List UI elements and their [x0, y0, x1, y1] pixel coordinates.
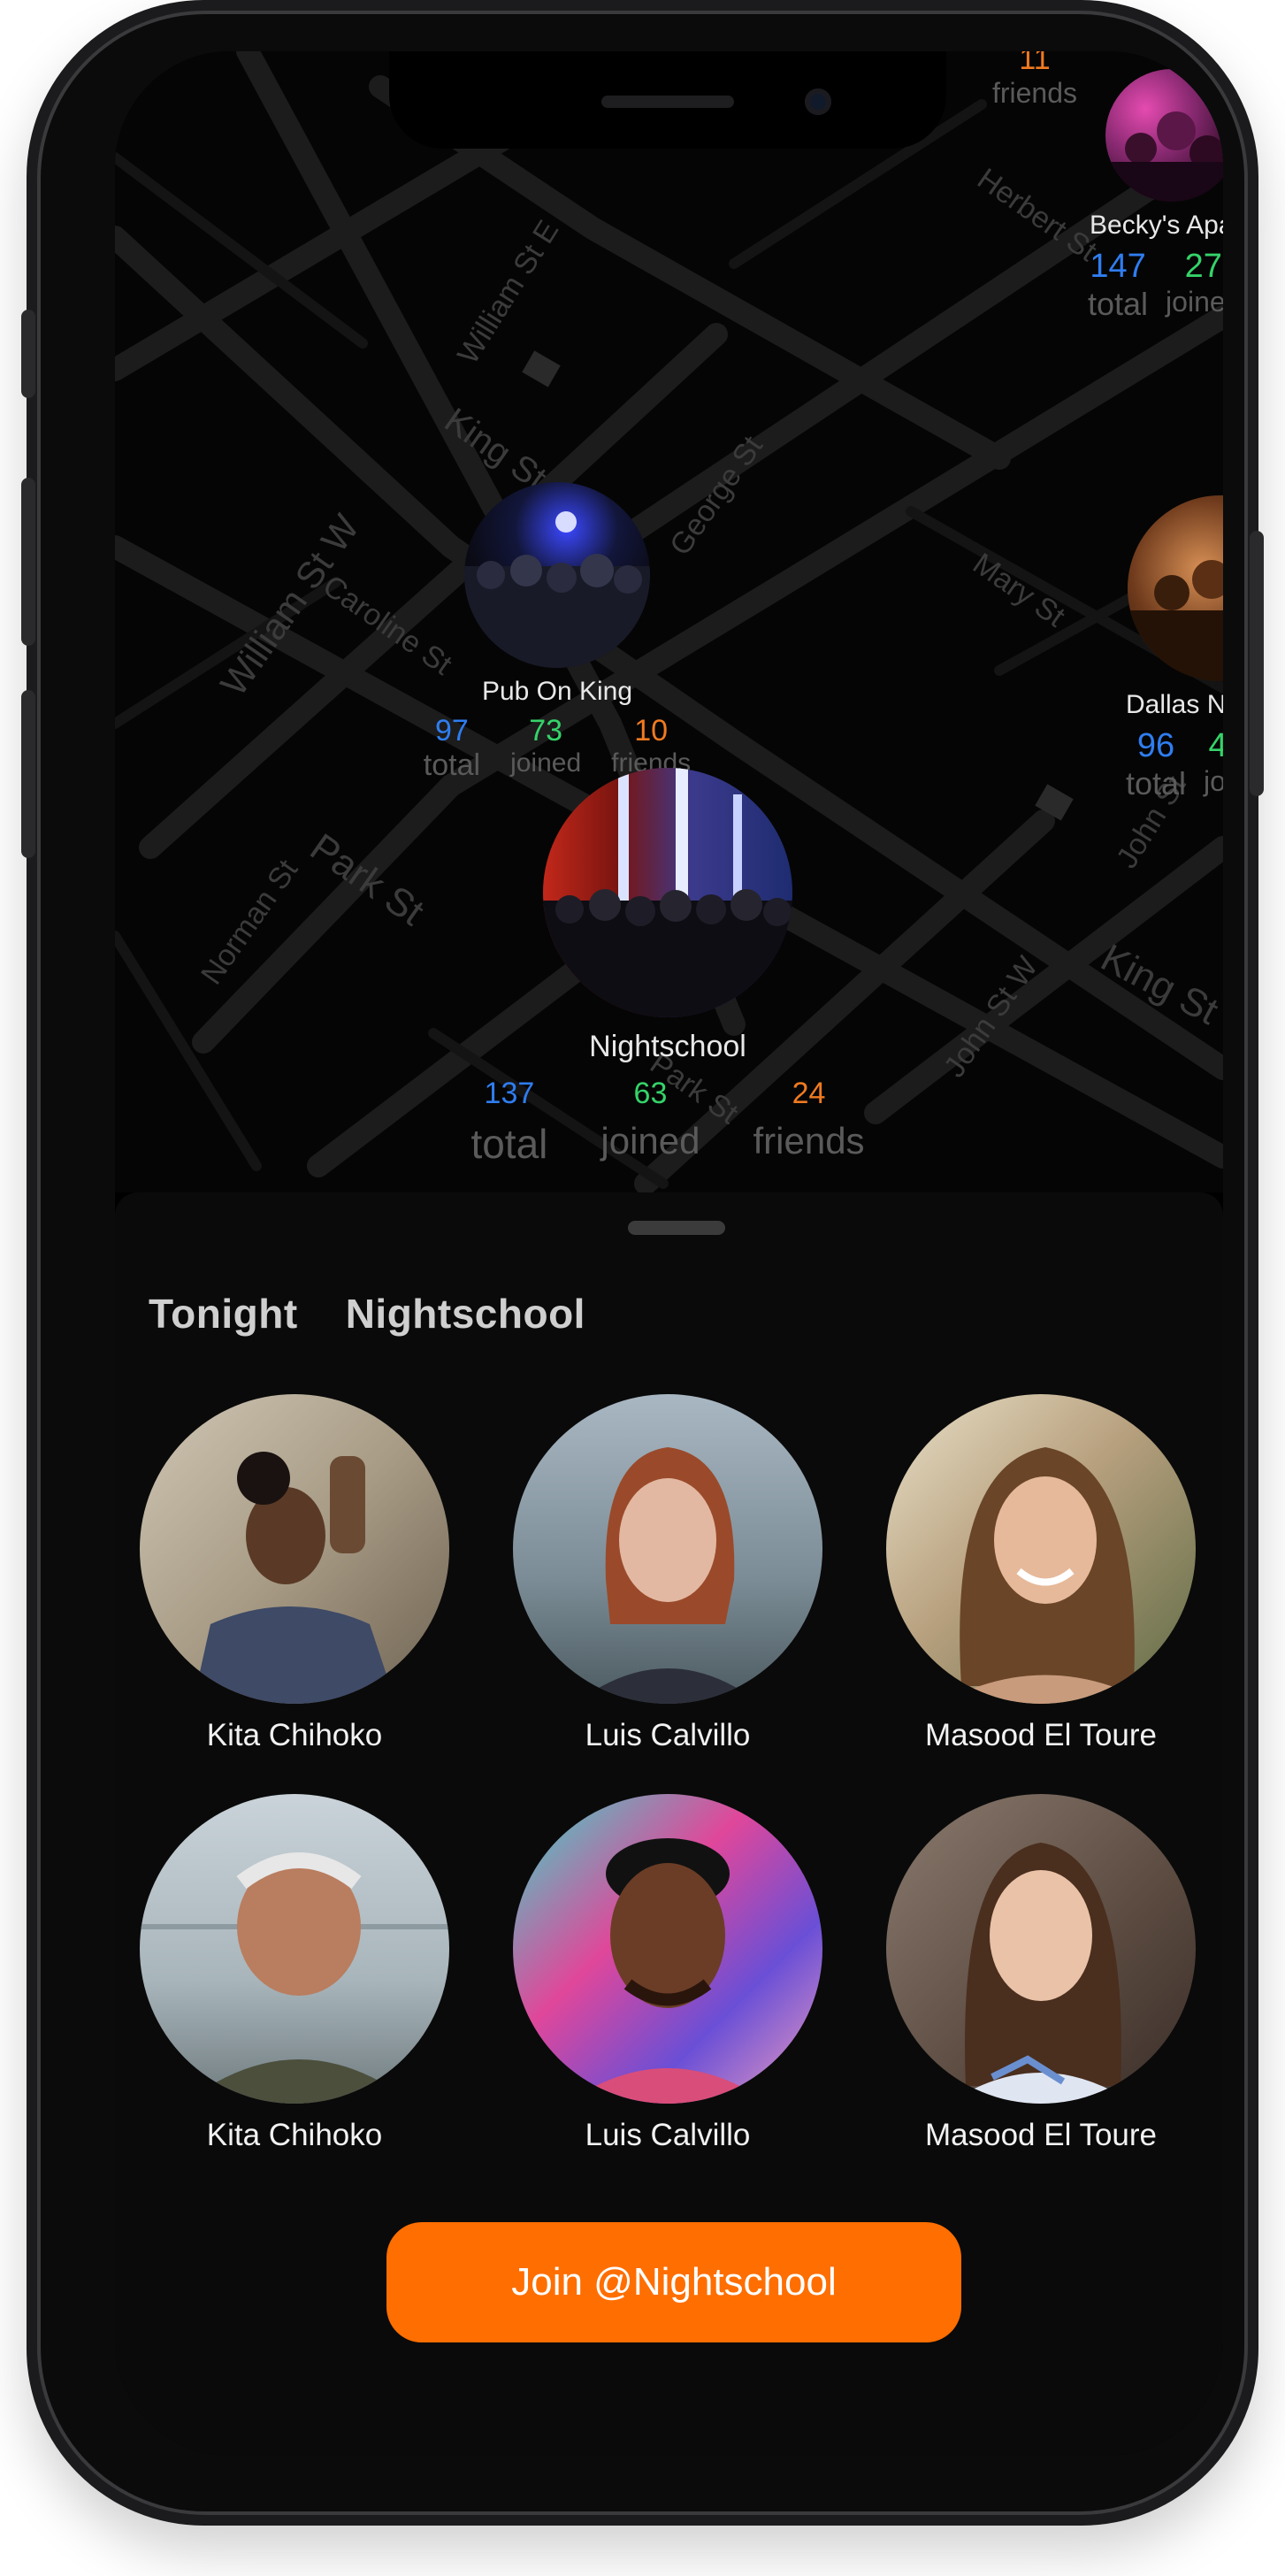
attendee-card[interactable]: Kita Chihoko [140, 1394, 449, 1753]
person-photo [948, 1843, 1134, 2104]
joined-count: 73 [529, 714, 563, 748]
total-count: 96 [1136, 727, 1175, 764]
venue-pin-pub-on-king[interactable]: Pub On King 97 total 73 joined 10 friend… [411, 482, 703, 783]
notch [389, 51, 946, 149]
attendee-card[interactable]: Masood El Toure [886, 1794, 1196, 2153]
power-button [1250, 531, 1264, 796]
total-count: 97 [435, 714, 469, 748]
crowd-image [1105, 111, 1223, 202]
venue-name: Becky's Apar [1090, 211, 1223, 240]
sheet-drag-handle[interactable] [628, 1221, 725, 1235]
avatar [140, 1394, 449, 1704]
venue-photo [1105, 69, 1223, 202]
person-photo [575, 1447, 761, 1704]
avatar [513, 1794, 822, 2104]
total-stat: 96 total [1126, 727, 1186, 802]
avatar [140, 1794, 449, 2104]
join-button[interactable]: Join @Nightschool [386, 2222, 961, 2342]
attendee-name: Kita Chihoko [206, 2118, 383, 2152]
person-photo [193, 1452, 396, 1704]
joined-stat: 27 joined [1166, 248, 1223, 323]
silent-switch [21, 310, 35, 398]
total-count: 147 [1090, 248, 1146, 285]
joined-count: 4 [1208, 727, 1223, 764]
attendee-name: Masood El Toure [924, 2118, 1157, 2152]
venue-name: Pub On King [481, 677, 633, 706]
crowd-image [464, 511, 650, 668]
attendee-name: Luis Calvillo [585, 1718, 751, 1752]
joined-label: joined [600, 1120, 700, 1162]
speaker-grille [601, 96, 734, 108]
friends-stat: 24 friends [753, 1077, 865, 1168]
avatar [513, 1394, 822, 1704]
friends-count: 11 [1019, 51, 1051, 76]
total-label: total [1088, 286, 1149, 322]
venue-photo [543, 768, 792, 1017]
volume-up-button [21, 478, 35, 646]
total-label: total [1126, 765, 1187, 801]
joined-label: joi [1204, 765, 1223, 797]
venue-pin-beckys[interactable]: Becky's Apar 147 total 27 joined [1079, 69, 1223, 323]
front-camera [805, 88, 831, 115]
friends-label: friends [991, 77, 1078, 109]
tab-nightschool[interactable]: Nightschool [346, 1290, 585, 1338]
joined-label: joined [1166, 286, 1223, 318]
total-label: total [470, 1121, 548, 1167]
venue-pin-dallas[interactable]: Dallas N 96 total 4 joi [1119, 495, 1223, 802]
sheet-tabs: Tonight Nightschool [149, 1290, 585, 1338]
total-stat: 147 total [1088, 248, 1148, 323]
attendee-name: Luis Calvillo [585, 2118, 751, 2152]
attendee-card[interactable]: Luis Calvillo [513, 1794, 822, 2153]
person-photo [140, 1852, 449, 2104]
venue-name: Dallas N [1126, 690, 1223, 719]
total-stat: 137 total [470, 1077, 547, 1168]
friends-count: 24 [792, 1077, 826, 1110]
venue-photo [464, 482, 650, 668]
phone-screen: William St E King St George St Herbert S… [115, 51, 1223, 2456]
venue-pin-nightschool[interactable]: Nightschool 137 total 63 joined 24 frien… [470, 768, 865, 1168]
map-building [522, 350, 561, 387]
joined-count: 63 [633, 1077, 668, 1110]
person-photo [566, 1838, 769, 2104]
crowd-image [1128, 560, 1223, 681]
venue-name: Nightschool [589, 1030, 746, 1063]
friends-count: 10 [634, 714, 669, 748]
joined-stat: 4 joi [1204, 727, 1223, 802]
attendee-card[interactable]: Masood El Toure [886, 1394, 1196, 1753]
tab-tonight[interactable]: Tonight [149, 1290, 298, 1338]
phone-frame: William St E King St George St Herbert S… [21, 0, 1264, 2526]
map-view[interactable]: William St E King St George St Herbert S… [115, 51, 1223, 1192]
bottom-sheet[interactable]: Tonight Nightschool Kita Chihoko Luis Ca… [115, 1192, 1223, 2456]
avatar [886, 1394, 1196, 1704]
joined-stat: 63 joined [600, 1077, 700, 1168]
total-label: total [423, 748, 481, 782]
volume-down-button [21, 690, 35, 858]
joined-count: 27 [1184, 248, 1222, 285]
total-stat: 97 total [424, 714, 480, 783]
friends-label: friends [753, 1120, 865, 1162]
person-photo [939, 1447, 1151, 1704]
attendee-card[interactable]: Luis Calvillo [513, 1394, 822, 1753]
attendee-card[interactable]: Kita Chihoko [140, 1794, 449, 2153]
crowd-image [543, 768, 792, 1017]
attendee-name: Kita Chihoko [206, 1718, 383, 1752]
attendee-name: Masood El Toure [924, 1718, 1157, 1752]
venue-photo [1128, 495, 1223, 681]
total-count: 137 [484, 1077, 535, 1110]
avatar [886, 1794, 1196, 2104]
